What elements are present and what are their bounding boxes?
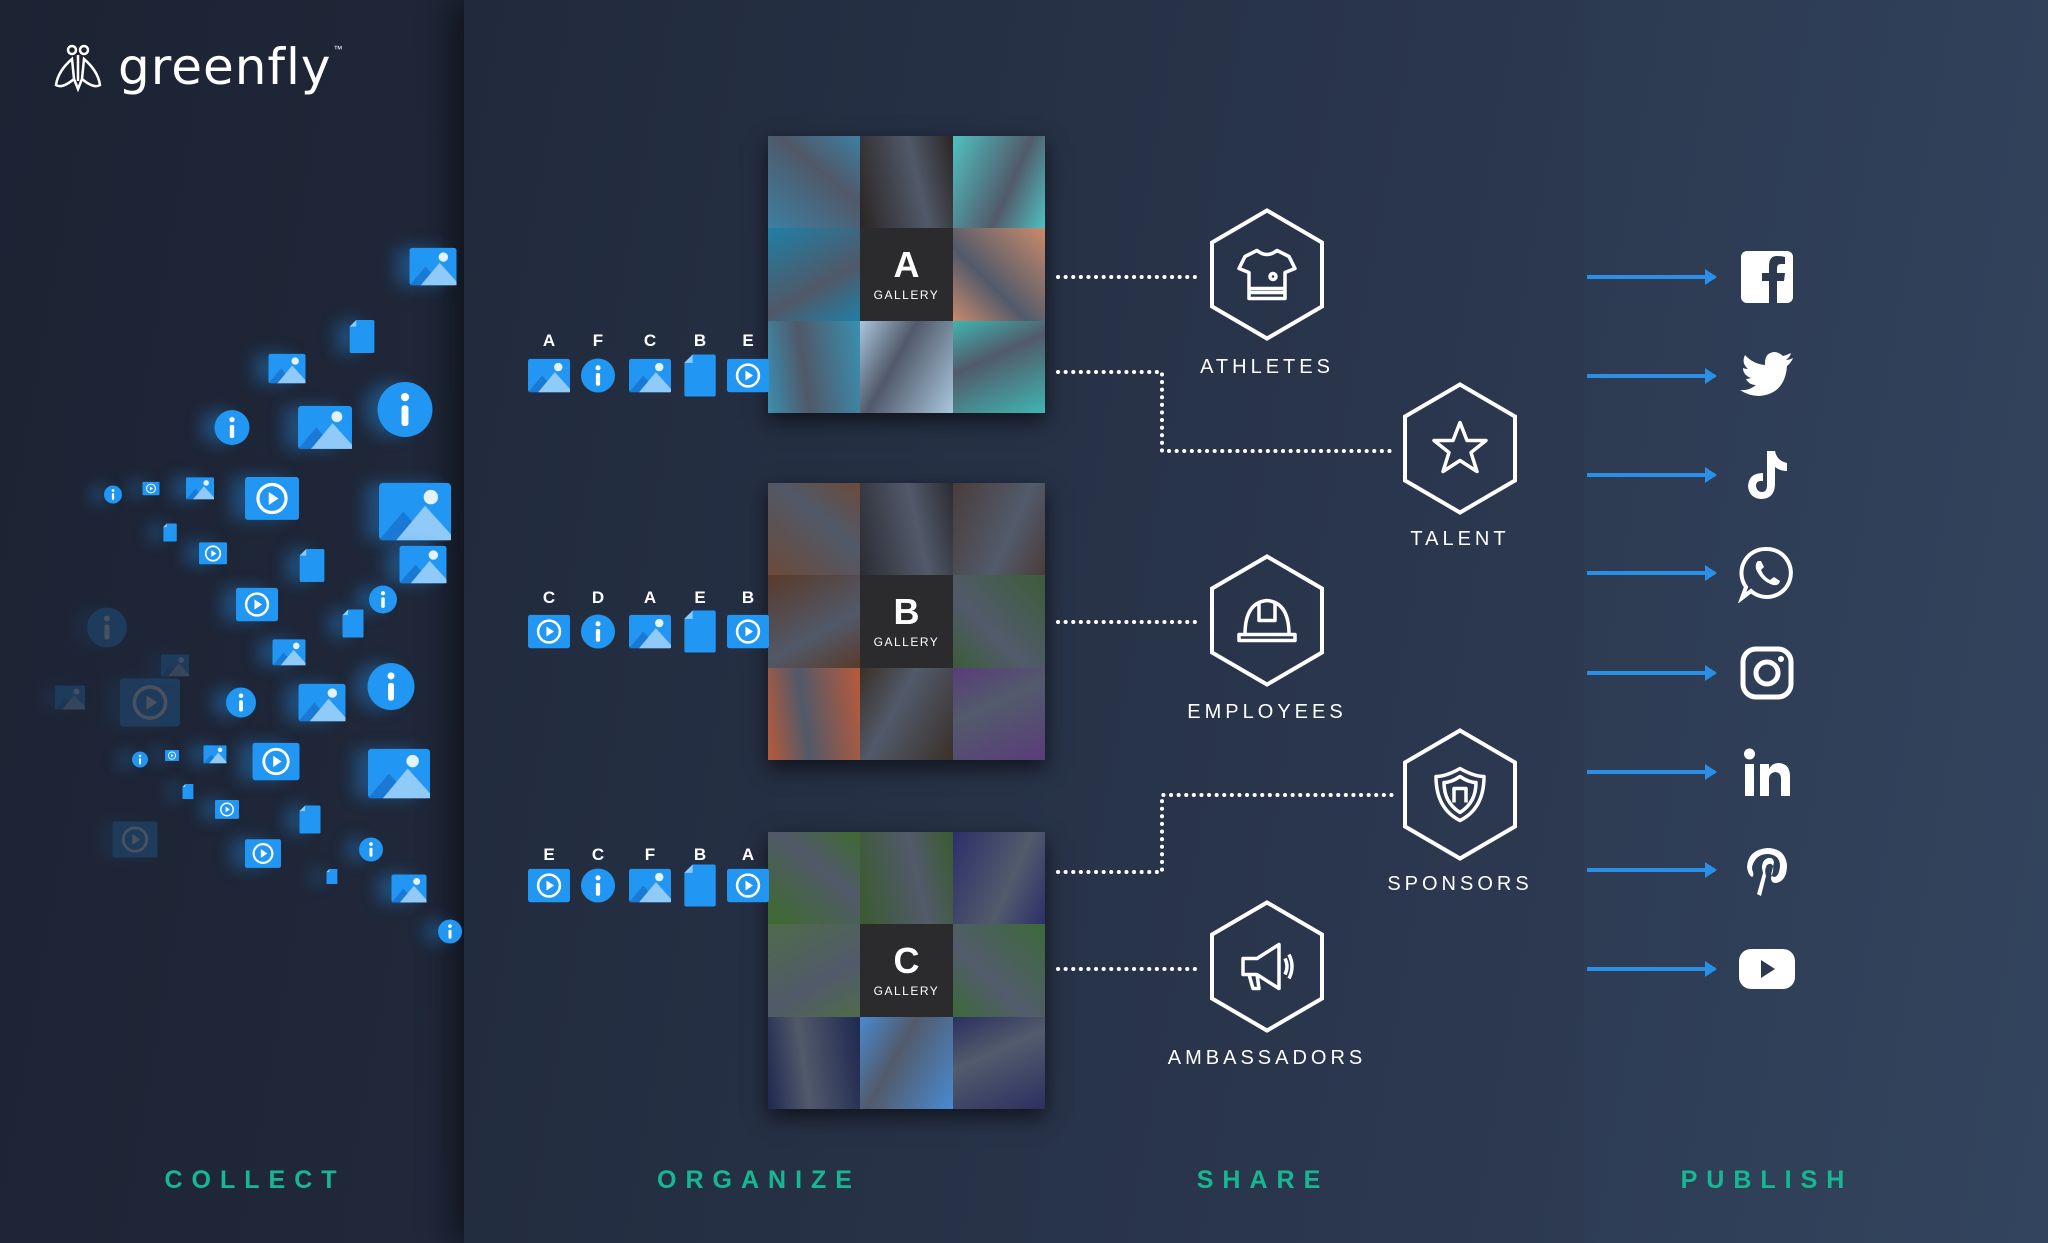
publish-arrow bbox=[1587, 764, 1717, 780]
publish-arrow bbox=[1587, 269, 1717, 285]
publish-arrow bbox=[1587, 565, 1717, 581]
connector-lines bbox=[1056, 275, 1397, 971]
publish-arrow bbox=[1587, 862, 1717, 878]
audience-sponsors[interactable] bbox=[1400, 728, 1520, 867]
dotted-connector bbox=[1056, 370, 1397, 453]
dotted-connector bbox=[1056, 793, 1397, 874]
shield-icon bbox=[1434, 766, 1486, 823]
facebook-icon[interactable] bbox=[1737, 247, 1797, 307]
publish-arrow bbox=[1587, 368, 1717, 384]
publish-arrow bbox=[1587, 467, 1717, 483]
hard-hat-icon bbox=[1237, 598, 1297, 643]
megaphone-icon bbox=[1241, 942, 1294, 991]
shirt-icon bbox=[1237, 248, 1297, 301]
instagram-icon[interactable] bbox=[1737, 643, 1797, 703]
stage-share: SHARE bbox=[1196, 1166, 1330, 1194]
audience-label: TALENT bbox=[1410, 528, 1510, 550]
tiktok-icon[interactable] bbox=[1737, 445, 1797, 505]
audience-talent[interactable] bbox=[1400, 382, 1520, 521]
audience-label: AMBASSADORS bbox=[1167, 1047, 1367, 1069]
pinterest-icon[interactable] bbox=[1737, 840, 1797, 900]
audience-label: EMPLOYEES bbox=[1187, 701, 1347, 723]
audience-athletes[interactable] bbox=[1207, 208, 1327, 347]
twitter-icon[interactable] bbox=[1737, 346, 1797, 406]
stage-collect: COLLECT bbox=[164, 1166, 346, 1194]
audience-employees[interactable] bbox=[1207, 554, 1327, 693]
publish-arrow bbox=[1587, 665, 1717, 681]
stage-publish: PUBLISH bbox=[1680, 1166, 1854, 1194]
audience-ambassadors[interactable] bbox=[1207, 900, 1327, 1039]
audience-label: ATHLETES bbox=[1200, 356, 1334, 378]
youtube-icon[interactable] bbox=[1737, 939, 1797, 999]
audience-label: SPONSORS bbox=[1387, 873, 1533, 895]
publish-arrow bbox=[1587, 961, 1717, 977]
stage-organize: ORGANIZE bbox=[657, 1166, 861, 1194]
linkedin-icon[interactable] bbox=[1737, 742, 1797, 802]
whatsapp-icon[interactable] bbox=[1737, 543, 1797, 604]
star-icon bbox=[1432, 420, 1488, 474]
